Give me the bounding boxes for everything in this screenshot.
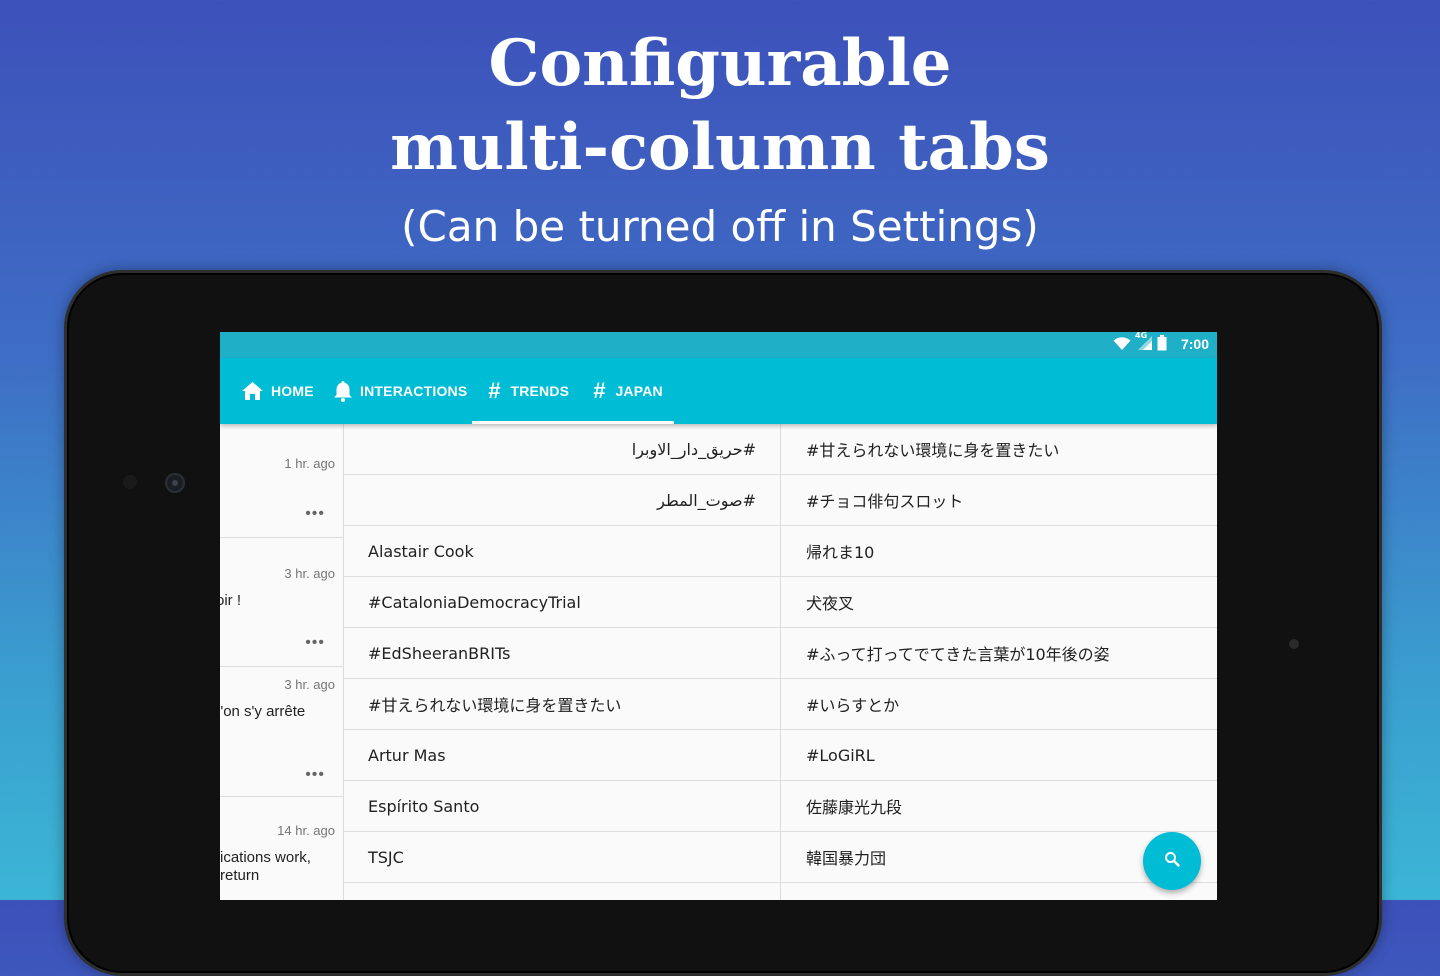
timeline-item[interactable]: 3 hr. ago oir ! ••• [220,538,343,667]
tab-japan[interactable]: # JAPAN [593,358,663,424]
trend-row[interactable]: #ふって打ってでてきた言葉が10年後の姿 [781,628,1217,679]
network-type: 4G [1135,332,1148,340]
tab-trends-label: TRENDS [510,383,570,399]
sensor-dot [123,475,137,489]
tab-trends[interactable]: # TRENDS [488,358,569,424]
battery-icon [1157,335,1167,355]
app-screen: 4G 7:00 HOME INTERACTIONS # TRENDS # JAP… [220,332,1217,900]
status-icons: 4G [1113,332,1167,355]
timeline-time: 1 hr. ago [284,456,335,471]
search-fab[interactable] [1143,832,1201,890]
trend-row[interactable]: Espírito Santo [344,781,780,832]
trends-column: #حريق_دار_الاوبرا #صوت_المطر Alastair Co… [344,424,781,900]
trend-row[interactable]: Artur Mas [344,730,780,781]
promo-header: Configurable multi-column tabs (Can be t… [0,0,1440,254]
status-time: 7:00 [1180,336,1209,352]
trend-row[interactable]: Alastair Cook [344,526,780,577]
trend-row[interactable]: 犬夜叉 [781,577,1217,628]
trend-row[interactable]: #حريق_دار_الاوبرا [344,424,780,475]
trend-row[interactable]: #甘えられない環境に身を置きたい [344,679,780,730]
more-options-icon[interactable]: ••• [305,505,325,523]
home-icon [242,382,263,400]
tab-japan-label: JAPAN [615,383,663,399]
front-camera [165,473,185,493]
timeline-time: 14 hr. ago [277,823,335,838]
trend-row[interactable]: #صوت_المطر [344,475,780,526]
tab-interactions[interactable]: INTERACTIONS [334,358,467,424]
promo-title-line2: multi-column tabs [390,110,1050,185]
trend-row[interactable]: #LoGiRL [781,730,1217,781]
more-options-icon[interactable]: ••• [305,634,325,652]
tab-interactions-label: INTERACTIONS [360,383,468,399]
timeline-text: l'on s'y arrête [220,703,306,720]
trend-row[interactable]: #CataloniaDemocracyTrial [344,577,780,628]
trend-row[interactable]: 帰れま10 [781,526,1217,577]
japan-trends-column: #甘えられない環境に身を置きたい #チョコ俳句スロット 帰れま10 犬夜叉 #ふ… [781,424,1217,900]
trend-row[interactable]: 佐藤康光九段 [781,781,1217,832]
trend-row[interactable]: TSJC [344,832,780,883]
tab-bar: HOME INTERACTIONS # TRENDS # JAPAN [220,358,1217,424]
tab-home-label: HOME [271,383,314,399]
timeline-time: 3 hr. ago [284,566,335,581]
status-bar: 4G 7:00 [220,332,1217,358]
tab-selected-indicator [472,421,674,424]
home-timeline-column[interactable]: 1 hr. ago ••• 3 hr. ago oir ! ••• 3 hr. … [220,424,344,900]
search-icon [1164,851,1180,871]
trend-row[interactable]: #チョコ俳句スロット [781,475,1217,526]
wifi-icon [1113,336,1131,355]
trend-row[interactable]: #いらすとか [781,679,1217,730]
promo-subtitle: (Can be turned off in Settings) [401,202,1039,251]
sensor-dot-right [1289,639,1299,649]
timeline-item[interactable]: 14 hr. ago ications work, return [220,797,343,900]
tab-home[interactable]: HOME [242,358,314,424]
hash-icon: # [488,378,501,403]
trend-row[interactable]: #EdSheeranBRITs [344,628,780,679]
timeline-text: ications work, [220,849,311,866]
trend-row[interactable]: #甘えられない環境に身を置きたい [781,424,1217,475]
hash-icon: # [593,378,606,403]
timeline-text: oir ! [220,592,242,609]
signal-icon: 4G [1135,332,1153,355]
timeline-item[interactable]: 3 hr. ago l'on s'y arrête ••• [220,667,343,797]
timeline-item[interactable]: 1 hr. ago ••• [220,424,343,538]
more-options-icon[interactable]: ••• [305,766,325,784]
bell-icon [334,380,352,402]
promo-title-line1: Configurable [488,26,952,101]
timeline-text-line2: return [220,867,260,884]
timeline-time: 3 hr. ago [284,677,335,692]
